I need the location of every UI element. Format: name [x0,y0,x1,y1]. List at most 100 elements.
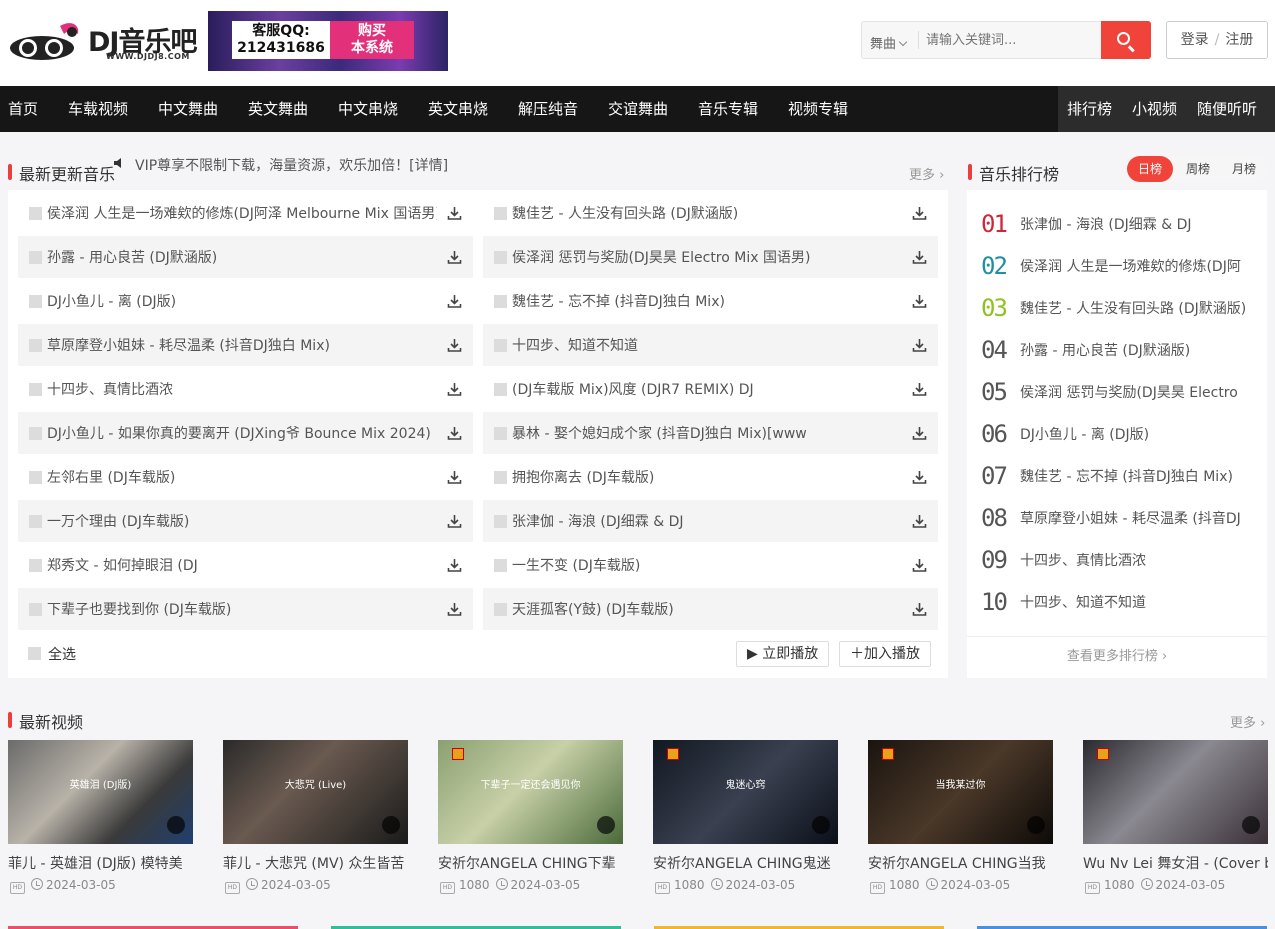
tab-daily[interactable]: 日榜 [1127,156,1173,182]
song-title[interactable]: 侯泽润 人生是一场难欸的修炼(DJ阿泽 Melbourne Mix 国语男) [47,203,437,223]
song-row[interactable]: DJ小鱼儿 - 如果你真的要离开 (DJXing爷 Bounce Mix 202… [18,412,473,454]
search-input[interactable] [920,23,1100,57]
video-title[interactable]: 安祈尔ANGELA CHING下辈 [438,853,623,873]
video-thumbnail[interactable]: 大悲咒 (Live) [223,740,408,844]
download-icon[interactable] [912,382,927,397]
rank-song-title[interactable]: 魏佳艺 - 忘不掉 (抖音DJ独白 Mix) [1020,466,1260,486]
download-icon[interactable] [912,514,927,529]
song-checkbox[interactable] [29,559,42,572]
song-row[interactable]: 张津伽 - 海浪 (DJ细霖 & DJ [483,500,938,542]
rank-song-title[interactable]: 草原摩登小姐妹 - 耗尽温柔 (抖音DJ [1020,508,1260,528]
play-icon[interactable] [382,816,400,834]
song-checkbox[interactable] [29,603,42,616]
download-icon[interactable] [447,338,462,353]
song-row[interactable]: 拥抱你离去 (DJ车载版) [483,456,938,498]
song-row[interactable]: 侯泽润 惩罚与奖励(DJ昊昊 Electro Mix 国语男) [483,236,938,278]
download-icon[interactable] [912,558,927,573]
search-button[interactable] [1101,21,1151,59]
play-icon[interactable] [1242,816,1260,834]
download-icon[interactable] [447,602,462,617]
song-row[interactable]: DJ小鱼儿 - 离 (DJ版) [18,280,473,322]
search-category-select[interactable]: 舞曲 [870,33,908,52]
rank-item[interactable]: 06 DJ小鱼儿 - 离 (DJ版) [981,418,1261,448]
song-title[interactable]: 一生不变 (DJ车载版) [512,555,902,575]
song-checkbox[interactable] [29,427,42,440]
video-card[interactable]: 大悲咒 (Live) 菲儿 - 大悲咒 (MV) 众生皆苦 HD 2024-03-05 [223,740,408,900]
video-thumbnail[interactable]: 下辈子一定还会遇见你 [438,740,623,844]
song-checkbox[interactable] [29,515,42,528]
song-row[interactable]: 下辈子也要找到你 (DJ车载版) [18,588,473,630]
song-title[interactable]: 孙露 - 用心良苦 (DJ默涵版) [47,247,437,267]
download-icon[interactable] [447,470,462,485]
song-checkbox[interactable] [494,207,507,220]
rank-song-title[interactable]: 张津伽 - 海浪 (DJ细霖 & DJ [1020,214,1260,234]
video-title[interactable]: 安祈尔ANGELA CHING当我 [868,853,1053,873]
song-checkbox[interactable] [29,339,42,352]
video-card[interactable]: 鬼迷心窍 安祈尔ANGELA CHING鬼迷 HD 1080 2024-03-05 [653,740,838,900]
song-title[interactable]: 张津伽 - 海浪 (DJ细霖 & DJ [512,511,902,531]
rank-item[interactable]: 08 草原摩登小姐妹 - 耗尽温柔 (抖音DJ [981,502,1261,532]
rank-song-title[interactable]: 十四步、知道不知道 [1020,592,1260,612]
video-thumbnail[interactable] [1083,740,1268,844]
rank-item[interactable]: 03 魏佳艺 - 人生没有回头路 (DJ默涵版) [981,292,1261,322]
rank-item[interactable]: 01 张津伽 - 海浪 (DJ细霖 & DJ [981,208,1261,238]
video-title[interactable]: 安祈尔ANGELA CHING鬼迷 [653,853,838,873]
video-card[interactable]: 下辈子一定还会遇见你 安祈尔ANGELA CHING下辈 HD 1080 2024-03… [438,740,623,900]
download-icon[interactable] [447,382,462,397]
video-thumbnail[interactable]: 当我某过你 [868,740,1053,844]
song-title[interactable]: 草原摩登小姐妹 - 耗尽温柔 (抖音DJ独白 Mix) [47,335,437,355]
promo-banner[interactable]: 客服QQ: 212431686 购买 本系统 [208,11,448,71]
song-checkbox[interactable] [494,471,507,484]
song-checkbox[interactable] [494,559,507,572]
song-row[interactable]: 十四步、知道不知道 [483,324,938,366]
add-to-playlist-button[interactable]: ＋加入播放 [839,641,931,667]
tab-monthly[interactable]: 月榜 [1221,156,1267,182]
song-row[interactable]: 暴林 - 娶个媳妇成个家 (抖音DJ独白 Mix)[www [483,412,938,454]
download-icon[interactable] [447,206,462,221]
video-thumbnail[interactable]: 鬼迷心窍 [653,740,838,844]
song-checkbox[interactable] [29,207,42,220]
video-title[interactable]: 菲儿 - 英雄泪 (DJ版) 模特美 [8,853,193,873]
download-icon[interactable] [912,206,927,221]
download-icon[interactable] [912,250,927,265]
video-title[interactable]: 菲儿 - 大悲咒 (MV) 众生皆苦 [223,853,408,873]
song-row[interactable]: 一万个理由 (DJ车载版) [18,500,473,542]
song-checkbox[interactable] [494,251,507,264]
rank-item[interactable]: 02 侯泽润 人生是一场难欸的修炼(DJ阿 [981,250,1261,280]
song-title[interactable]: (DJ车载版 Mix)风度 (DJR7 REMIX) DJ [512,379,902,399]
nav-item-chinese-dance[interactable]: 中文舞曲 [158,86,218,132]
nav-item-car-video[interactable]: 车载视频 [68,86,128,132]
download-icon[interactable] [912,294,927,309]
rank-item[interactable]: 09 十四步、真情比酒浓 [981,544,1261,574]
song-row[interactable]: 孙露 - 用心良苦 (DJ默涵版) [18,236,473,278]
play-now-button[interactable]: ▶ 立即播放 [736,641,830,667]
song-title[interactable]: 郑秀文 - 如何掉眼泪 (DJ [47,555,437,575]
download-icon[interactable] [912,602,927,617]
download-icon[interactable] [912,426,927,441]
song-checkbox[interactable] [494,383,507,396]
song-title[interactable]: 暴林 - 娶个媳妇成个家 (抖音DJ独白 Mix)[www [512,423,902,443]
song-title[interactable]: 左邻右里 (DJ车载版) [47,467,437,487]
rank-item[interactable]: 10 十四步、知道不知道 [981,586,1261,616]
song-checkbox[interactable] [494,295,507,308]
song-checkbox[interactable] [29,471,42,484]
rank-song-title[interactable]: 孙露 - 用心良苦 (DJ默涵版) [1020,340,1260,360]
song-row[interactable]: 侯泽润 人生是一场难欸的修炼(DJ阿泽 Melbourne Mix 国语男) [18,192,473,234]
song-title[interactable]: 魏佳艺 - 人生没有回头路 (DJ默涵版) [512,203,902,223]
song-row[interactable]: 十四步、真情比酒浓 [18,368,473,410]
select-all-checkbox[interactable] [28,647,41,660]
tab-weekly[interactable]: 周榜 [1175,156,1221,182]
nav-item-random[interactable]: 随便听听 [1197,86,1257,132]
video-card[interactable]: Wu Nv Lei 舞女泪 - (Cover by HD 1080 2024-03-0… [1083,740,1268,900]
song-title[interactable]: DJ小鱼儿 - 离 (DJ版) [47,291,437,311]
download-icon[interactable] [912,338,927,353]
vip-notice[interactable]: VIP尊享不限制下载，海量资源，欢乐加倍！[详情] [114,155,448,175]
nav-item-home[interactable]: 首页 [8,86,38,132]
play-icon[interactable] [1027,816,1045,834]
song-row[interactable]: 草原摩登小姐妹 - 耗尽温柔 (抖音DJ独白 Mix) [18,324,473,366]
song-row[interactable]: 魏佳艺 - 忘不掉 (抖音DJ独白 Mix) [483,280,938,322]
video-title[interactable]: Wu Nv Lei 舞女泪 - (Cover by [1083,853,1268,873]
music-more-link[interactable]: 更多 › [909,164,944,183]
rank-song-title[interactable]: 魏佳艺 - 人生没有回头路 (DJ默涵版) [1020,298,1260,318]
nav-item-rank[interactable]: 排行榜 [1067,86,1112,132]
